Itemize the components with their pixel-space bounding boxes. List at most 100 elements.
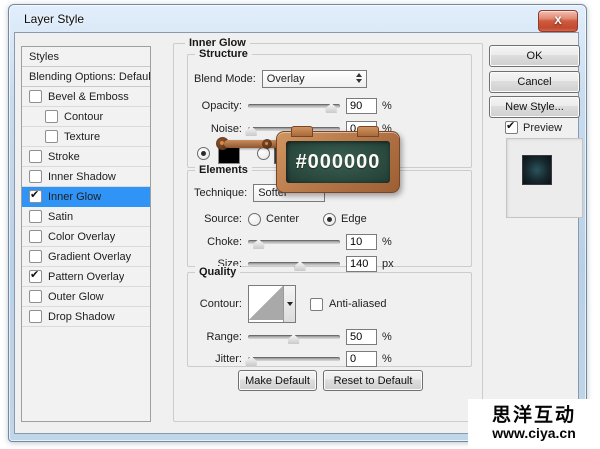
source-center-radio[interactable] [248,212,261,226]
style-checkbox[interactable] [29,268,42,283]
ok-button[interactable]: OK [489,45,580,67]
choke-input[interactable] [346,234,377,250]
noise-label: Noise: [210,123,242,135]
opacity-label: Opacity: [201,100,242,112]
color-hex-value: #000000 [295,150,381,173]
sidebar-item-styles[interactable]: Styles [22,47,150,67]
window-title: Layer Style [24,12,85,26]
pointer-knob2-icon [262,139,272,149]
contour-dropdown-arrow-icon[interactable] [283,286,295,322]
range-slider[interactable] [248,334,340,344]
style-checkbox[interactable] [29,150,42,163]
sidebar-item-contour[interactable]: Contour [22,107,150,127]
blend-mode-label: Blend Mode: [194,73,256,85]
page: Layer Style X Styles Blending Options: D… [0,0,600,449]
size-unit: px [382,258,394,270]
board-tab-icon [357,126,379,137]
row-label: Contour [64,110,104,123]
sidebar-item-blending-options-default[interactable]: Blending Options: Default [22,67,150,87]
style-checkbox[interactable] [45,130,58,143]
row-label: Outer Glow [48,290,104,303]
watermark: 思洋互动 www.ciya.cn [468,399,600,449]
close-icon: X [554,14,562,27]
sidebar-item-inner-glow[interactable]: Inner Glow [22,187,150,207]
sidebar-item-color-overlay[interactable]: Color Overlay [22,227,150,247]
style-checkbox[interactable] [29,290,42,303]
row-label: Pattern Overlay [48,270,125,283]
technique-label: Technique: [194,187,248,199]
sidebar-item-gradient-overlay[interactable]: Gradient Overlay [22,247,150,267]
sidebar-item-bevel-emboss[interactable]: Bevel & Emboss [22,87,150,107]
noise-slider-thumb[interactable] [245,126,257,136]
source-label: Source: [204,213,242,225]
row-label: Color Overlay [48,230,116,243]
sidebar-item-outer-glow[interactable]: Outer Glow [22,287,150,307]
antialiased-checkbox[interactable] [310,297,323,311]
opacity-unit: % [382,100,392,112]
style-checkbox[interactable] [29,210,42,223]
jitter-slider-thumb[interactable] [245,356,257,366]
size-slider[interactable] [248,261,340,271]
contour-picker[interactable] [248,285,296,323]
blend-mode-select[interactable]: Overlay [261,70,367,88]
quality-title: Quality [195,266,241,278]
board-surface: #000000 [286,141,390,183]
sidebar-item-pattern-overlay[interactable]: Pattern Overlay [22,267,150,287]
new-style-button[interactable]: New Style... [489,96,580,118]
choke-slider-thumb[interactable] [253,239,265,249]
preview-panel [506,138,583,218]
row-label: Gradient Overlay [48,250,132,263]
style-checkbox[interactable] [29,250,42,263]
sidebar-item-inner-shadow[interactable]: Inner Shadow [22,167,150,187]
style-checkbox[interactable] [29,230,42,243]
range-slider-thumb[interactable] [288,334,300,344]
range-input[interactable] [346,329,377,345]
source-edge-radio[interactable] [323,212,337,226]
color-radio[interactable] [197,146,210,160]
sidebar-item-satin[interactable]: Satin [22,207,150,227]
opacity-slider[interactable] [248,103,340,113]
style-checkbox[interactable] [29,90,42,103]
make-default-button[interactable]: Make Default [238,370,317,391]
range-unit: % [382,331,392,343]
dropdown-spinner-icon [355,73,362,83]
sidebar-item-stroke[interactable]: Stroke [22,147,150,167]
row-label: Drop Shadow [48,310,115,323]
choke-slider[interactable] [248,239,340,249]
board-frame: #000000 [276,126,400,193]
style-checkbox[interactable] [29,310,42,323]
style-checkbox[interactable] [29,170,42,183]
preview-checkbox[interactable] [505,119,518,134]
cancel-button[interactable]: Cancel [489,71,580,93]
source-center-label: Center [266,213,300,225]
preview-thumbnail [522,155,552,185]
row-label: Inner Glow [48,190,102,203]
row-label: Bevel & Emboss [48,90,129,103]
row-label: Stroke [48,150,80,163]
structure-title: Structure [195,48,252,60]
close-button[interactable]: X [538,10,578,32]
jitter-slider[interactable] [245,356,340,366]
styles-list: Styles Blending Options: Default Bevel &… [21,46,151,422]
range-label: Range: [206,331,242,343]
sidebar-item-texture[interactable]: Texture [22,127,150,147]
style-checkbox[interactable] [29,188,42,203]
choke-label: Choke: [207,236,242,248]
sidebar-item-drop-shadow[interactable]: Drop Shadow [22,307,150,327]
opacity-slider-thumb[interactable] [325,103,337,113]
reset-to-default-button[interactable]: Reset to Default [323,370,423,391]
color-annotation-board: #000000 [216,126,400,193]
watermark-url: www.ciya.cn [492,425,576,442]
jitter-label: Jitter: [215,353,242,365]
style-checkbox[interactable] [45,110,58,123]
contour-thumbnail [249,286,283,320]
board-tab-icon [291,126,313,137]
opacity-input[interactable] [346,98,377,114]
preview-label: Preview [523,121,563,134]
size-input[interactable] [346,256,377,272]
size-slider-thumb[interactable] [294,261,306,271]
row-label: Satin [48,210,74,223]
jitter-input[interactable] [346,351,377,367]
choke-unit: % [382,236,392,248]
blend-mode-value: Overlay [266,73,305,85]
